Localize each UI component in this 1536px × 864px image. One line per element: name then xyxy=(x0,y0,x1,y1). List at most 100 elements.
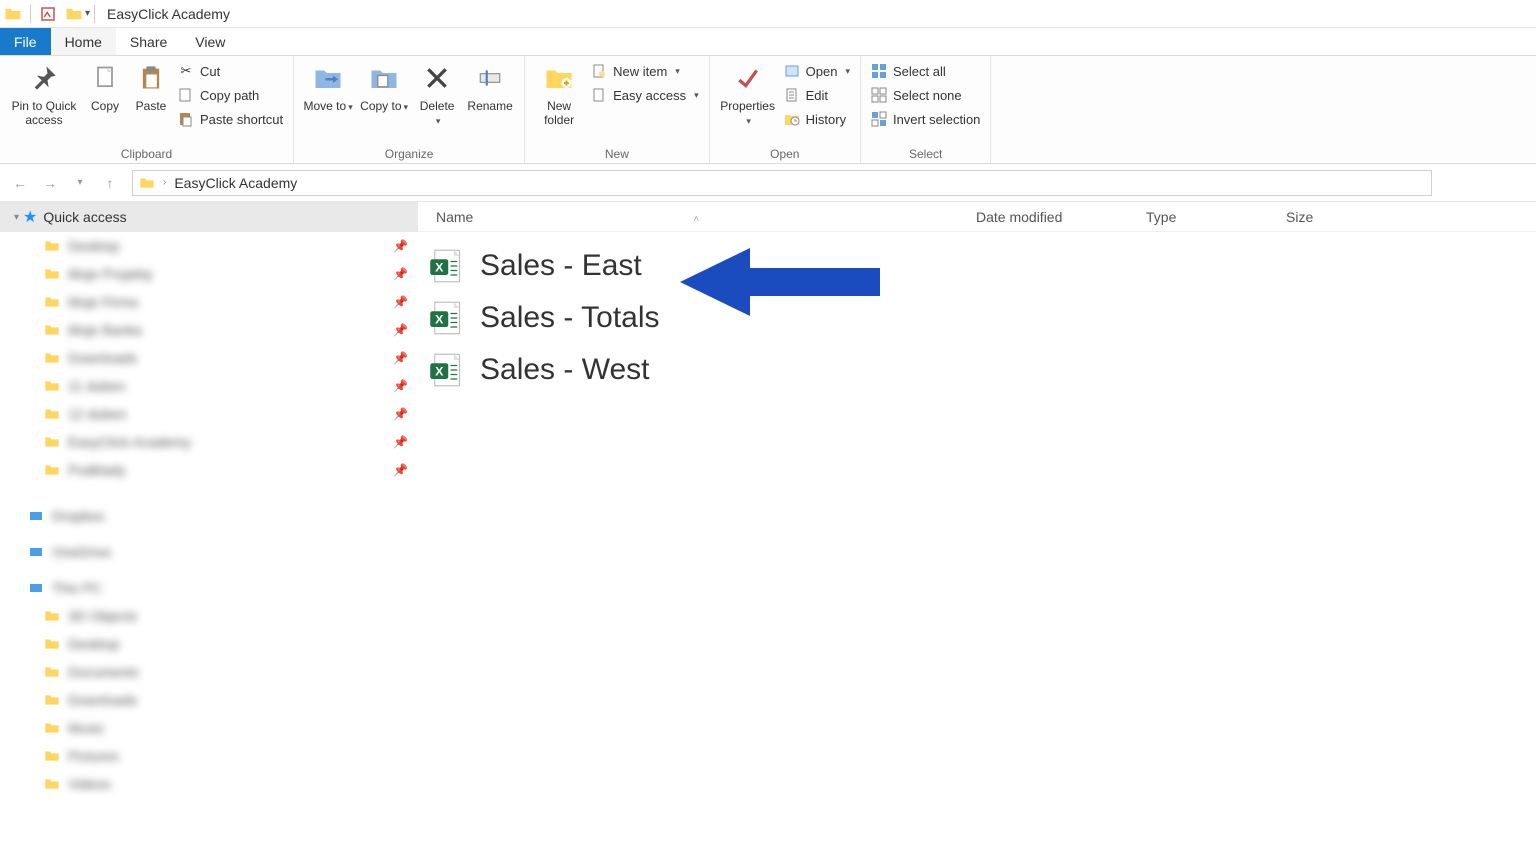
copy-path-button[interactable]: Copy path xyxy=(174,85,287,105)
file-row[interactable]: X Sales - West xyxy=(428,344,1536,396)
nav-item[interactable]: Moje Projekty📌 xyxy=(0,260,418,288)
delete-button[interactable]: Delete▾ xyxy=(412,59,462,128)
select-none-icon xyxy=(871,87,887,103)
qat-properties-icon[interactable] xyxy=(39,5,57,23)
nav-item[interactable]: 11 duben📌 xyxy=(0,372,418,400)
nav-item[interactable]: Downloads📌 xyxy=(0,344,418,372)
open-icon xyxy=(784,63,800,79)
navigation-pane[interactable]: ▾ ★ Quick access Desktop📌Moje Projekty📌M… xyxy=(0,202,418,864)
nav-up-button[interactable]: ↑ xyxy=(98,171,122,195)
file-row[interactable]: X Sales - East xyxy=(428,240,1536,292)
open-button[interactable]: Open▾ xyxy=(780,61,854,81)
address-row: ← → ▾ ↑ › EasyClick Academy xyxy=(0,164,1536,202)
col-size[interactable]: Size xyxy=(1268,209,1358,225)
qat-dropdown-icon[interactable]: ▾ xyxy=(85,8,90,19)
col-date-modified[interactable]: Date modified xyxy=(958,209,1128,225)
folder-icon xyxy=(44,462,60,478)
pin-icon: 📌 xyxy=(393,323,408,337)
separator xyxy=(30,5,31,23)
invert-selection-button[interactable]: Invert selection xyxy=(867,109,984,129)
nav-root-item[interactable]: This PC xyxy=(0,574,418,602)
nav-item[interactable]: EasyClick Academy📌 xyxy=(0,428,418,456)
paste-shortcut-button[interactable]: Paste shortcut xyxy=(174,109,287,129)
file-row[interactable]: X Sales - Totals xyxy=(428,292,1536,344)
tab-home[interactable]: Home xyxy=(51,28,116,55)
nav-item[interactable]: Podklady📌 xyxy=(0,456,418,484)
nav-forward-button[interactable]: → xyxy=(38,171,62,195)
col-type[interactable]: Type xyxy=(1128,209,1268,225)
select-none-button[interactable]: Select none xyxy=(867,85,984,105)
nav-item[interactable]: Moje Firma📌 xyxy=(0,288,418,316)
new-folder-button[interactable]: New folder xyxy=(531,59,587,127)
folder-icon xyxy=(65,5,83,23)
svg-text:X: X xyxy=(435,365,444,379)
nav-pc-item[interactable]: Music xyxy=(0,714,418,742)
group-select: Select all Select none Invert selection … xyxy=(861,56,991,163)
file-name: Sales - Totals xyxy=(480,301,660,335)
invert-selection-icon xyxy=(871,111,887,127)
cut-icon: ✂ xyxy=(178,63,194,79)
select-all-button[interactable]: Select all xyxy=(867,61,984,81)
tab-file[interactable]: File xyxy=(0,28,51,55)
easy-access-icon xyxy=(591,87,607,103)
edit-button[interactable]: Edit xyxy=(780,85,854,105)
address-bar[interactable]: › EasyClick Academy xyxy=(132,170,1432,196)
nav-quick-access[interactable]: ▾ ★ Quick access xyxy=(0,202,418,232)
nav-pc-item[interactable]: Pictures xyxy=(0,742,418,770)
history-button[interactable]: History xyxy=(780,109,854,129)
delete-icon xyxy=(420,61,454,95)
nav-root-item[interactable]: OneDrive xyxy=(0,538,418,566)
move-to-button[interactable]: Move to▾ xyxy=(300,59,356,114)
easy-access-button[interactable]: Easy access▾ xyxy=(587,85,703,105)
rename-button[interactable]: Rename xyxy=(462,59,518,113)
group-label: Organize xyxy=(300,145,518,163)
nav-pc-item[interactable]: Videos xyxy=(0,770,418,798)
pin-icon: 📌 xyxy=(393,463,408,477)
folder-icon xyxy=(44,608,60,624)
pin-icon: 📌 xyxy=(393,407,408,421)
breadcrumb-location[interactable]: EasyClick Academy xyxy=(174,175,297,191)
cut-button[interactable]: ✂Cut xyxy=(174,61,287,81)
drive-icon xyxy=(28,508,44,524)
group-clipboard: Pin to Quick access Copy Paste ✂Cut Copy… xyxy=(0,56,294,163)
annotation-arrow xyxy=(680,240,900,330)
new-folder-icon xyxy=(542,61,576,95)
properties-button[interactable]: Properties▾ xyxy=(716,59,780,128)
copy-to-button[interactable]: Copy to▾ xyxy=(356,59,412,114)
nav-item[interactable]: Moje Banka📌 xyxy=(0,316,418,344)
nav-pc-item[interactable]: Downloads xyxy=(0,686,418,714)
svg-text:X: X xyxy=(435,261,444,275)
new-item-icon xyxy=(591,63,607,79)
excel-file-icon: X xyxy=(428,300,464,336)
new-item-button[interactable]: New item▾ xyxy=(587,61,703,81)
folder-icon xyxy=(44,378,60,394)
separator xyxy=(94,5,95,23)
select-all-icon xyxy=(871,63,887,79)
paste-button[interactable]: Paste xyxy=(128,59,174,113)
group-label: Select xyxy=(867,145,984,163)
pin-icon: 📌 xyxy=(393,351,408,365)
pin-to-quick-access-button[interactable]: Pin to Quick access xyxy=(6,59,82,127)
folder-icon xyxy=(139,175,155,191)
col-name[interactable]: Name˄ xyxy=(418,209,958,225)
copy-path-icon xyxy=(178,87,194,103)
nav-item[interactable]: 12 duben📌 xyxy=(0,400,418,428)
nav-pc-item[interactable]: Documents xyxy=(0,658,418,686)
folder-icon xyxy=(44,748,60,764)
nav-pc-item[interactable]: Desktop xyxy=(0,630,418,658)
content-pane[interactable]: Name˄ Date modified Type Size X Sales - … xyxy=(418,202,1536,864)
nav-recent-button[interactable]: ▾ xyxy=(68,171,92,195)
folder-icon xyxy=(44,720,60,736)
nav-root-item[interactable]: Dropbox xyxy=(0,502,418,530)
tab-share[interactable]: Share xyxy=(116,28,181,55)
group-open: Properties▾ Open▾ Edit History Open xyxy=(710,56,861,163)
drive-icon xyxy=(28,544,44,560)
rename-icon xyxy=(473,61,507,95)
tab-view[interactable]: View xyxy=(181,28,239,55)
excel-file-icon: X xyxy=(428,352,464,388)
nav-pc-item[interactable]: 3D Objects xyxy=(0,602,418,630)
nav-item[interactable]: Desktop📌 xyxy=(0,232,418,260)
copy-button[interactable]: Copy xyxy=(82,59,128,113)
nav-back-button[interactable]: ← xyxy=(8,171,32,195)
excel-file-icon: X xyxy=(428,248,464,284)
